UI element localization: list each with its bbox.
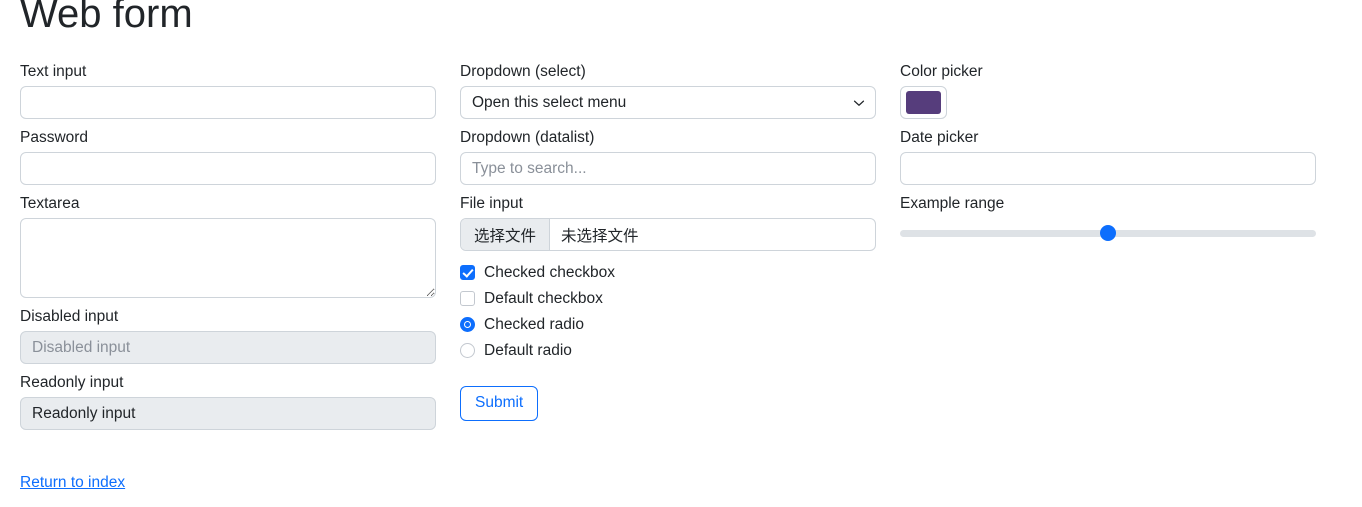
check-label: Default radio	[484, 341, 572, 359]
label-datalist: Dropdown (datalist)	[460, 129, 595, 146]
date-picker-input[interactable]	[900, 152, 1316, 185]
check-label: Checked radio	[484, 315, 584, 333]
radio-checked-icon[interactable]	[460, 317, 475, 332]
readonly-input[interactable]	[20, 397, 436, 430]
text-input[interactable]	[20, 86, 436, 119]
label-disabled-input: Disabled input	[20, 308, 119, 325]
field-select: Dropdown (select) Open this select menu	[460, 62, 876, 119]
page-title: Web form	[20, 0, 193, 36]
disabled-input	[20, 331, 436, 364]
color-picker[interactable]	[900, 86, 947, 119]
label-select: Dropdown (select)	[460, 63, 586, 80]
label-password: Password	[20, 129, 89, 146]
range-thumb[interactable]	[1100, 225, 1116, 241]
label-file-input: File input	[460, 195, 523, 212]
checkbox-checked-icon[interactable]	[460, 265, 475, 280]
return-to-index-link[interactable]: Return to index	[20, 474, 125, 492]
check-row-default-checkbox[interactable]: Default checkbox	[460, 286, 876, 311]
web-form-page: Web form Text input Password Textarea Di…	[0, 0, 1362, 507]
label-text-input: Text input	[20, 63, 87, 80]
right-column: Color picker Date picker Example range	[900, 62, 1316, 250]
submit-button[interactable]: Submit	[460, 386, 539, 421]
checkbox-unchecked-icon[interactable]	[460, 291, 475, 306]
select-wrapper: Open this select menu	[460, 86, 876, 119]
label-readonly-input: Readonly input	[20, 374, 124, 391]
left-column: Text input Password Textarea Disabled in…	[20, 62, 436, 439]
range-slider[interactable]	[900, 225, 1316, 241]
field-file-input: File input 选择文件 未选择文件	[460, 194, 876, 251]
textarea-input[interactable]	[20, 218, 436, 298]
field-textarea: Textarea	[20, 194, 436, 298]
field-text-input: Text input	[20, 62, 436, 119]
dropdown-select[interactable]: Open this select menu	[460, 86, 876, 119]
color-swatch	[906, 91, 941, 114]
field-readonly-input: Readonly input	[20, 373, 436, 430]
radio-unchecked-icon[interactable]	[460, 343, 475, 358]
check-label: Default checkbox	[484, 289, 603, 307]
field-date-picker: Date picker	[900, 128, 1316, 185]
check-label: Checked checkbox	[484, 263, 615, 281]
label-color-picker: Color picker	[900, 63, 983, 80]
field-datalist: Dropdown (datalist)	[460, 128, 876, 185]
field-color-picker: Color picker	[900, 62, 1316, 119]
file-status-text: 未选择文件	[561, 227, 639, 245]
label-range: Example range	[900, 195, 1005, 212]
datalist-input[interactable]	[460, 152, 876, 185]
field-range: Example range	[900, 194, 1316, 241]
check-row-checked-checkbox[interactable]: Checked checkbox	[460, 260, 876, 285]
check-row-default-radio[interactable]: Default radio	[460, 338, 876, 363]
label-date-picker: Date picker	[900, 129, 979, 146]
password-input[interactable]	[20, 152, 436, 185]
checks-group: Checked checkbox Default checkbox Checke…	[460, 260, 876, 363]
field-disabled-input: Disabled input	[20, 307, 436, 364]
field-password: Password	[20, 128, 436, 185]
middle-column: Dropdown (select) Open this select menu …	[460, 62, 876, 421]
label-textarea: Textarea	[20, 195, 80, 212]
file-input[interactable]: 选择文件 未选择文件	[460, 218, 876, 251]
check-row-checked-radio[interactable]: Checked radio	[460, 312, 876, 337]
file-choose-button[interactable]: 选择文件	[461, 219, 551, 250]
